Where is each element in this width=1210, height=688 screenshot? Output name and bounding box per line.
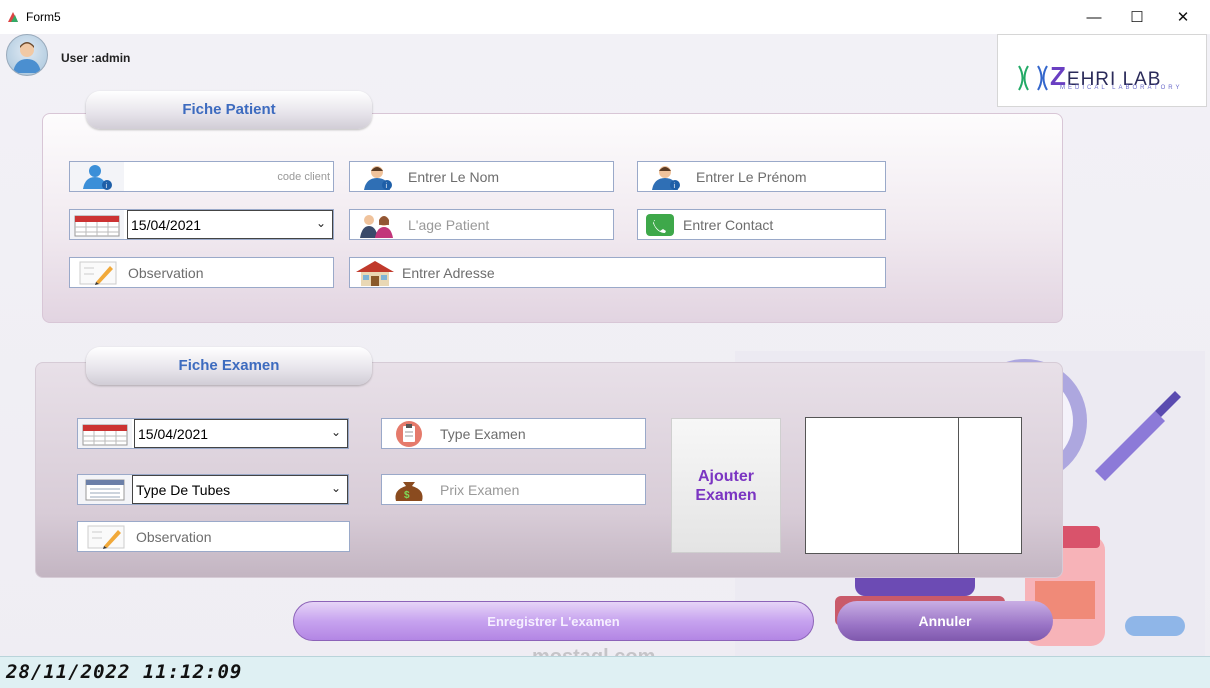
tab-fiche-patient: Fiche Patient	[86, 91, 372, 129]
chevron-down-icon[interactable]: ⌄	[331, 425, 341, 439]
logo-subtitle: MEDICAL LABORATORY	[1060, 85, 1183, 91]
age-field[interactable]: L'age Patient	[349, 209, 614, 240]
dna-icon	[1018, 65, 1048, 91]
annuler-button[interactable]: Annuler	[837, 601, 1053, 641]
maximize-button[interactable]: ☐	[1114, 0, 1160, 34]
chevron-down-icon[interactable]: ⌄	[316, 216, 326, 230]
type-tubes-select[interactable]: Type De Tubes ⌄	[132, 475, 348, 504]
patient-date-field[interactable]: 15/04/2021 ⌄	[69, 209, 334, 240]
prenom-placeholder: Entrer Le Prénom	[696, 169, 807, 185]
pencil-note-icon	[70, 258, 124, 287]
app-icon	[6, 10, 20, 24]
nom-placeholder: Entrer Le Nom	[408, 169, 500, 185]
couple-icon	[350, 210, 404, 239]
person-icon: i	[638, 162, 692, 191]
calendar-icon	[78, 419, 132, 448]
prix-examen-field[interactable]: $ Prix Examen	[381, 474, 646, 505]
ajouter-examen-button[interactable]: Ajouter Examen	[671, 418, 781, 553]
minimize-button[interactable]: —	[1071, 0, 1117, 34]
tab-fiche-examen: Fiche Examen	[86, 347, 372, 385]
code-client-field[interactable]: i code client	[69, 161, 334, 192]
prenom-field[interactable]: i Entrer Le Prénom	[637, 161, 886, 192]
user-avatar	[6, 34, 48, 76]
title-bar: Form5 — ☐ ✕	[0, 0, 1210, 34]
prix-placeholder: Prix Examen	[440, 482, 520, 498]
enregistrer-button[interactable]: Enregistrer L'examen	[293, 601, 814, 641]
exam-observation-placeholder: Observation	[136, 529, 212, 545]
house-icon	[350, 258, 400, 287]
user-label: User :admin	[61, 51, 131, 65]
clipboard-icon	[382, 419, 436, 448]
phone-icon	[638, 210, 682, 239]
type-tubes-value: Type De Tubes	[136, 482, 231, 498]
type-examen-placeholder: Type Examen	[440, 426, 526, 442]
patient-date-value: 15/04/2021	[131, 217, 202, 233]
exam-observation-field[interactable]: Observation	[77, 521, 350, 552]
type-examen-field[interactable]: Type Examen	[381, 418, 646, 449]
age-placeholder: L'age Patient	[408, 217, 490, 233]
money-bag-icon: $	[382, 475, 436, 504]
lab-logo: ZEHRI LAB MEDICAL LABORATORY	[997, 34, 1207, 107]
patient-date-picker[interactable]: 15/04/2021 ⌄	[127, 210, 333, 239]
adresse-placeholder: Entrer Adresse	[402, 265, 495, 281]
pencil-note-icon	[78, 522, 132, 551]
exam-date-picker[interactable]: 15/04/2021 ⌄	[134, 419, 348, 448]
chevron-down-icon[interactable]: ⌄	[331, 481, 341, 495]
patient-observation-placeholder: Observation	[128, 265, 204, 281]
person-icon: i	[350, 162, 404, 191]
code-client-placeholder: code client	[277, 171, 330, 183]
calendar-icon	[70, 210, 124, 239]
close-button[interactable]: ✕	[1160, 0, 1206, 34]
patient-observation-field[interactable]: Observation	[69, 257, 334, 288]
list-icon	[78, 475, 132, 504]
exam-grid[interactable]	[805, 417, 1022, 554]
type-tubes-field[interactable]: Type De Tubes ⌄	[77, 474, 349, 505]
status-bar: 28/11/2022 11:12:09	[0, 656, 1210, 688]
grid-column-divider	[958, 418, 959, 553]
svg-text:$: $	[404, 490, 410, 501]
nom-field[interactable]: i Entrer Le Nom	[349, 161, 614, 192]
status-datetime: 28/11/2022 11:12:09	[6, 661, 243, 683]
exam-date-field[interactable]: 15/04/2021 ⌄	[77, 418, 349, 449]
user-info-icon: i	[70, 162, 124, 191]
exam-date-value: 15/04/2021	[138, 426, 209, 442]
contact-placeholder: Entrer Contact	[683, 217, 774, 233]
window-title: Form5	[26, 10, 61, 24]
contact-field[interactable]: Entrer Contact	[637, 209, 886, 240]
adresse-field[interactable]: Entrer Adresse	[349, 257, 886, 288]
